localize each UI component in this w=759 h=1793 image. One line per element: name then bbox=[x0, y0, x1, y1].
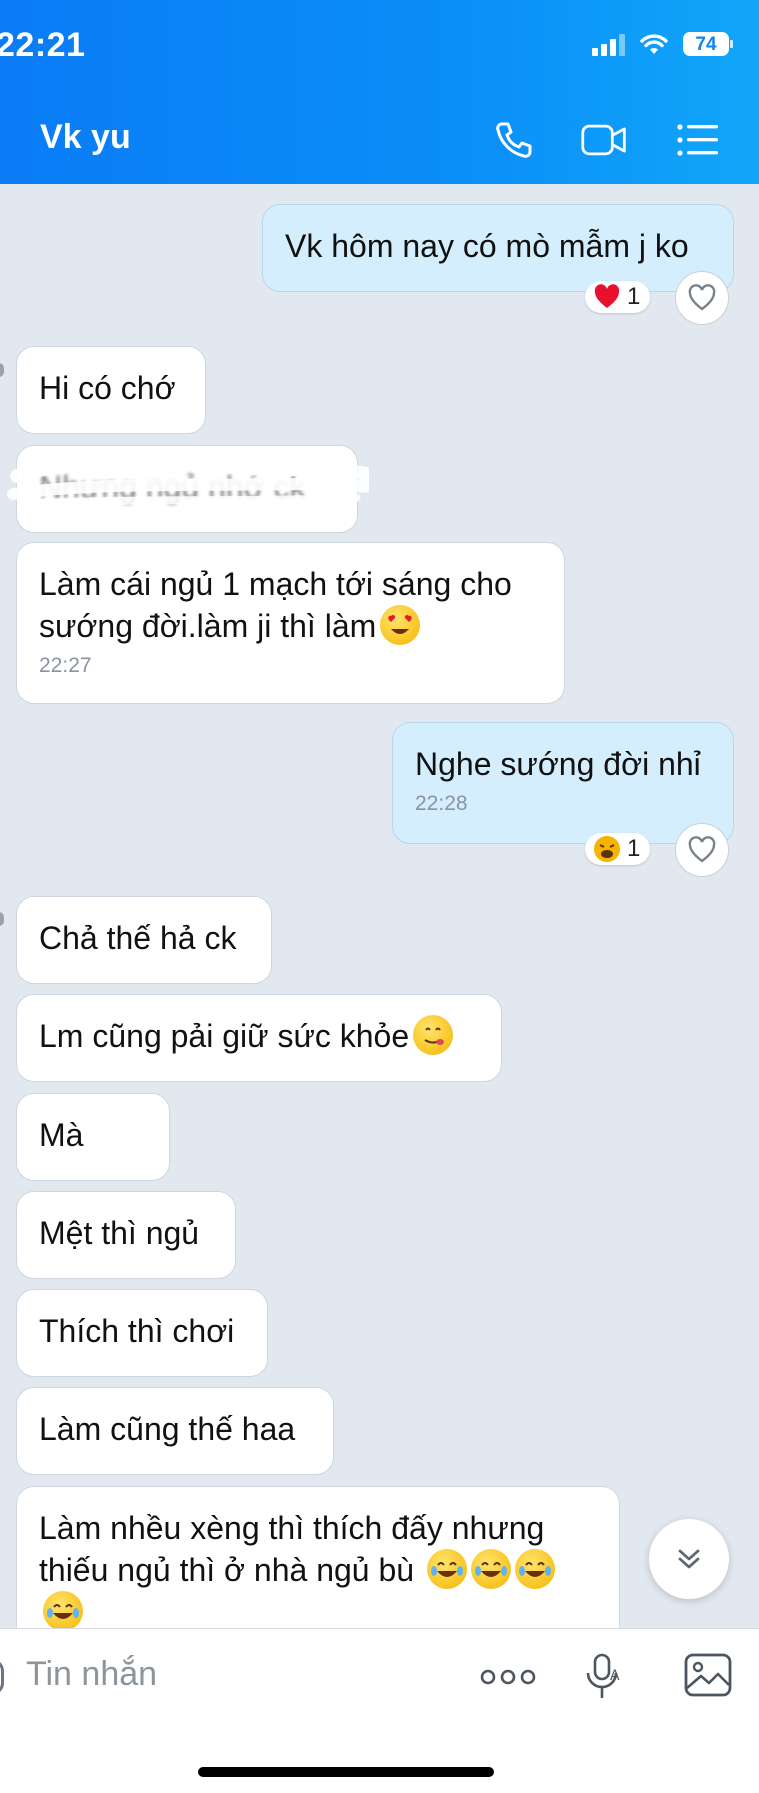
home-indicator[interactable] bbox=[198, 1767, 494, 1777]
tired-face-icon bbox=[594, 836, 620, 862]
phone-icon bbox=[496, 122, 532, 158]
message-list[interactable]: Vk hôm nay có mò mẫm j ko 1 Hi có chớ Nh… bbox=[0, 184, 759, 1628]
reaction-badge[interactable]: 1 bbox=[585, 833, 651, 865]
more-dots-icon bbox=[480, 1669, 536, 1685]
list-icon bbox=[677, 124, 718, 156]
heart-eyes-emoji bbox=[380, 605, 421, 645]
message-bubble-incoming[interactable]: Làm cái ngủ 1 mạch tới sáng cho sướng đờ… bbox=[16, 542, 565, 704]
heart-outline-icon bbox=[688, 284, 716, 311]
message-bubble-incoming[interactable]: Làm nhều xèng thì thích đấy nhưng thiếu … bbox=[16, 1486, 620, 1628]
heart-outline-icon bbox=[688, 836, 716, 863]
react-button[interactable] bbox=[675, 271, 729, 325]
message-bubble-outgoing[interactable]: Nghe sướng đời nhỉ 22:28 bbox=[392, 722, 734, 844]
message-text: Làm nhều xèng thì thích đấy nhưng thiếu … bbox=[39, 1510, 545, 1588]
message-bubble-incoming[interactable]: Mà bbox=[16, 1093, 170, 1181]
status-icons: 74 bbox=[592, 32, 733, 56]
message-bubble-outgoing[interactable]: Vk hôm nay có mò mẫm j ko bbox=[262, 204, 734, 292]
reaction-count: 1 bbox=[627, 835, 641, 862]
message-bubble-incoming[interactable]: Lm cũng pải giữ sức khỏe bbox=[16, 994, 502, 1082]
wifi-icon bbox=[640, 34, 668, 54]
chat-title[interactable]: Vk yu bbox=[40, 118, 131, 157]
message-text: Vk hôm nay có mò mẫm j ko bbox=[285, 228, 689, 264]
message-text: Làm cái ngủ 1 mạch tới sáng cho sướng đờ… bbox=[39, 566, 512, 644]
message-bubble-incoming[interactable]: Thích thì chơi bbox=[16, 1289, 268, 1377]
message-text: Chả thế hả ck bbox=[39, 920, 237, 956]
image-icon bbox=[684, 1653, 732, 1697]
svg-text:A: A bbox=[610, 1668, 620, 1684]
reaction-count: 1 bbox=[627, 283, 641, 310]
message-bubble-incoming[interactable]: Chả thế hả ck bbox=[16, 896, 272, 984]
cellular-signal-icon bbox=[592, 32, 625, 56]
tears-of-joy-emoji bbox=[43, 1591, 83, 1628]
reaction-badge[interactable]: 1 bbox=[585, 281, 651, 313]
double-chevron-down-icon bbox=[678, 1549, 700, 1569]
emoji-button-edge[interactable] bbox=[0, 1659, 4, 1695]
sender-avatar-edge bbox=[0, 363, 4, 377]
message-text: Lm cũng pải giữ sức khỏe bbox=[39, 1018, 410, 1054]
tears-of-joy-emoji bbox=[470, 1549, 511, 1589]
message-bubble-incoming[interactable]: Làm cũng thế haa bbox=[16, 1387, 334, 1475]
microphone-icon: A bbox=[586, 1653, 620, 1698]
message-timestamp: 22:28 bbox=[415, 792, 468, 815]
message-bubble-incoming[interactable]: Mệt thì ngủ bbox=[16, 1191, 236, 1279]
status-time: 22:21 bbox=[0, 26, 86, 64]
message-text: Mệt thì ngủ bbox=[39, 1215, 200, 1251]
react-button[interactable] bbox=[675, 823, 729, 877]
more-options-button[interactable] bbox=[478, 1655, 538, 1699]
image-attach-button[interactable] bbox=[680, 1649, 736, 1701]
chat-header: 22:21 74 Vk yu bbox=[0, 0, 759, 184]
message-timestamp: 22:27 bbox=[39, 654, 92, 677]
phone-call-button[interactable] bbox=[490, 116, 538, 164]
message-text: Hi có chớ bbox=[39, 370, 176, 406]
video-camera-icon bbox=[581, 124, 626, 156]
yum-face-emoji bbox=[413, 1015, 454, 1055]
message-text: Thích thì chơi bbox=[39, 1313, 235, 1349]
message-text: Làm cũng thế haa bbox=[39, 1411, 296, 1447]
message-bubble-incoming[interactable]: Hi có chớ bbox=[16, 346, 206, 434]
message-bubble-incoming-redacted[interactable]: Nhưng ngủ nhớ ck bbox=[7, 445, 369, 533]
scroll-to-bottom-button[interactable] bbox=[649, 1519, 729, 1599]
red-heart-icon bbox=[594, 284, 620, 308]
message-text: Mà bbox=[39, 1117, 84, 1153]
message-input[interactable]: Tin nhắn bbox=[26, 1655, 157, 1694]
tears-of-joy-emoji bbox=[426, 1549, 467, 1589]
sender-avatar-edge bbox=[0, 912, 4, 926]
message-text: Nghe sướng đời nhỉ bbox=[415, 746, 701, 782]
voice-input-button[interactable]: A bbox=[580, 1651, 626, 1703]
battery-icon: 74 bbox=[683, 32, 733, 56]
video-call-button[interactable] bbox=[580, 116, 628, 164]
tears-of-joy-emoji bbox=[514, 1549, 555, 1589]
chat-menu-button[interactable] bbox=[674, 116, 722, 164]
scribble-redaction bbox=[7, 454, 369, 508]
